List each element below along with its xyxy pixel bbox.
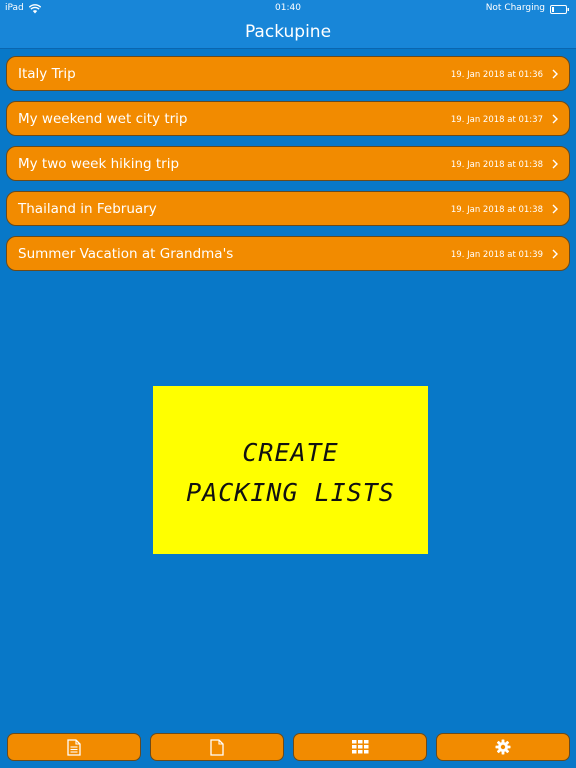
promo-line-1: CREATE — [242, 438, 339, 467]
chevron-right-icon — [552, 159, 558, 169]
trip-name: Summer Vacation at Grandma's — [18, 246, 234, 262]
trip-list: Italy Trip 19. Jan 2018 at 01:36 My week… — [6, 56, 570, 281]
battery-icon — [550, 4, 570, 14]
status-right: Not Charging — [486, 0, 570, 16]
blank-document-icon — [210, 738, 224, 756]
trip-date: 19. Jan 2018 at 01:38 — [450, 160, 543, 170]
document-lines-icon — [67, 738, 81, 756]
trip-name: My two week hiking trip — [18, 156, 180, 172]
chevron-right-icon — [552, 249, 558, 259]
trip-row-hiking[interactable]: My two week hiking trip 19. Jan 2018 at … — [6, 146, 570, 181]
trip-date: 19. Jan 2018 at 01:38 — [450, 205, 543, 215]
chevron-right-icon — [552, 114, 558, 124]
create-packing-lists-banner[interactable]: CREATE PACKING LISTS — [153, 386, 428, 554]
trip-row-grandma[interactable]: Summer Vacation at Grandma's 19. Jan 201… — [6, 236, 570, 271]
lists-button[interactable] — [7, 733, 141, 761]
trip-row-italy[interactable]: Italy Trip 19. Jan 2018 at 01:36 — [6, 56, 570, 91]
trip-date: 19. Jan 2018 at 01:37 — [450, 115, 543, 125]
status-bar: iPad 01:40 Not Charging — [0, 0, 576, 16]
trip-date: 19. Jan 2018 at 01:39 — [450, 250, 543, 260]
page-title: Packupine — [244, 22, 332, 42]
bottom-toolbar — [0, 733, 576, 761]
grid-icon — [351, 740, 368, 754]
trip-date: 19. Jan 2018 at 01:36 — [450, 70, 543, 80]
promo-text: CREATE PACKING LISTS — [153, 433, 428, 513]
battery-status: Not Charging — [485, 3, 545, 13]
nav-bar: Packupine — [0, 16, 576, 49]
chevron-right-icon — [552, 204, 558, 214]
templates-button[interactable] — [293, 733, 427, 761]
trip-name: My weekend wet city trip — [18, 111, 188, 127]
settings-button[interactable] — [436, 733, 570, 761]
trip-row-thailand[interactable]: Thailand in February 19. Jan 2018 at 01:… — [6, 191, 570, 226]
chevron-right-icon — [552, 69, 558, 79]
trip-name: Thailand in February — [18, 201, 157, 217]
promo-line-2: PACKING LISTS — [186, 478, 395, 507]
trip-row-weekend-city[interactable]: My weekend wet city trip 19. Jan 2018 at… — [6, 101, 570, 136]
trip-name: Italy Trip — [18, 66, 76, 82]
new-list-button[interactable] — [150, 733, 284, 761]
gear-icon — [495, 739, 511, 755]
